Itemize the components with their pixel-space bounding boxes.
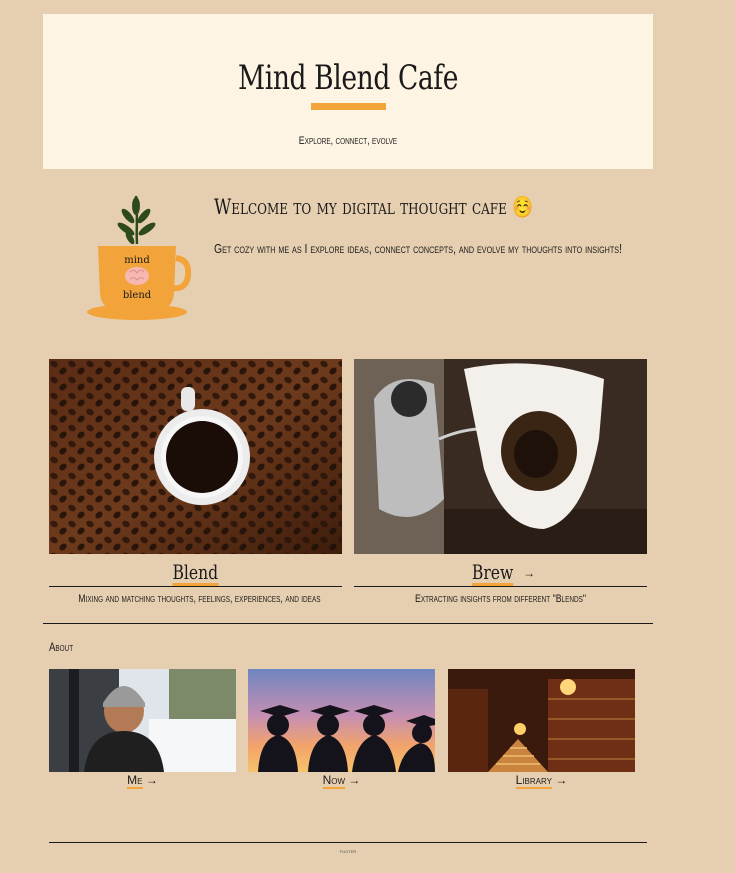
about-tile-me[interactable]: Me → (49, 669, 236, 789)
brew-description: Extracting insights from different "Blen… (414, 593, 587, 605)
title-underline (311, 103, 386, 110)
library-interior-photo[interactable] (448, 669, 635, 772)
library-link[interactable]: Library (515, 773, 552, 789)
brew-card[interactable]: Brew → Extracting insights from differen… (354, 359, 647, 605)
now-link-row: Now → (248, 773, 435, 789)
section-divider (43, 623, 653, 624)
welcome-title: Welcome to my digital thought cafe ☺️ (214, 195, 534, 219)
logo-text-top: mind (124, 255, 150, 266)
site-title[interactable]: Mind Blend Cafe (110, 58, 586, 98)
pour-over-coffee-photo[interactable] (354, 359, 647, 554)
brew-title-link[interactable]: Brew (471, 561, 514, 586)
library-link-row: Library → (448, 773, 635, 789)
arrow-right-icon[interactable]: → (555, 773, 567, 787)
footer-divider (49, 842, 647, 843)
logo-svg: mind blend (87, 195, 192, 320)
now-link[interactable]: Now (322, 773, 346, 789)
about-tile-library[interactable]: Library → (448, 669, 635, 789)
logo-text-bottom: blend (123, 290, 152, 301)
hero-header: Mind Blend Cafe Explore, connect, evolve (43, 14, 653, 169)
me-link-row: Me → (49, 773, 236, 789)
me-link[interactable]: Me (127, 773, 143, 789)
portrait-snow-photo[interactable] (49, 669, 236, 772)
arrow-right-icon[interactable]: → (146, 773, 158, 787)
blend-title-row: Blend (49, 554, 342, 587)
brew-title-row: Brew → (354, 554, 647, 587)
blend-title-link[interactable]: Blend (172, 561, 219, 586)
arrow-right-icon[interactable]: → (523, 566, 535, 580)
blend-card[interactable]: Blend Mixing and matching thoughts, feel… (49, 359, 342, 605)
about-tile-now[interactable]: Now → (248, 669, 435, 789)
graduation-silhouette-photo[interactable] (248, 669, 435, 772)
blend-description: Mixing and matching thoughts, feelings, … (78, 593, 321, 605)
footer-text: footer (339, 849, 357, 855)
welcome-text: Get cozy with me as I explore ideas, con… (214, 241, 622, 256)
brain-cup-plant-logo[interactable]: mind blend (86, 194, 192, 324)
arrow-right-icon[interactable]: → (348, 773, 360, 787)
tagline: Explore, connect, evolve (298, 135, 398, 147)
about-heading: About (49, 640, 74, 654)
coffee-beans-cup-photo[interactable] (49, 359, 342, 554)
